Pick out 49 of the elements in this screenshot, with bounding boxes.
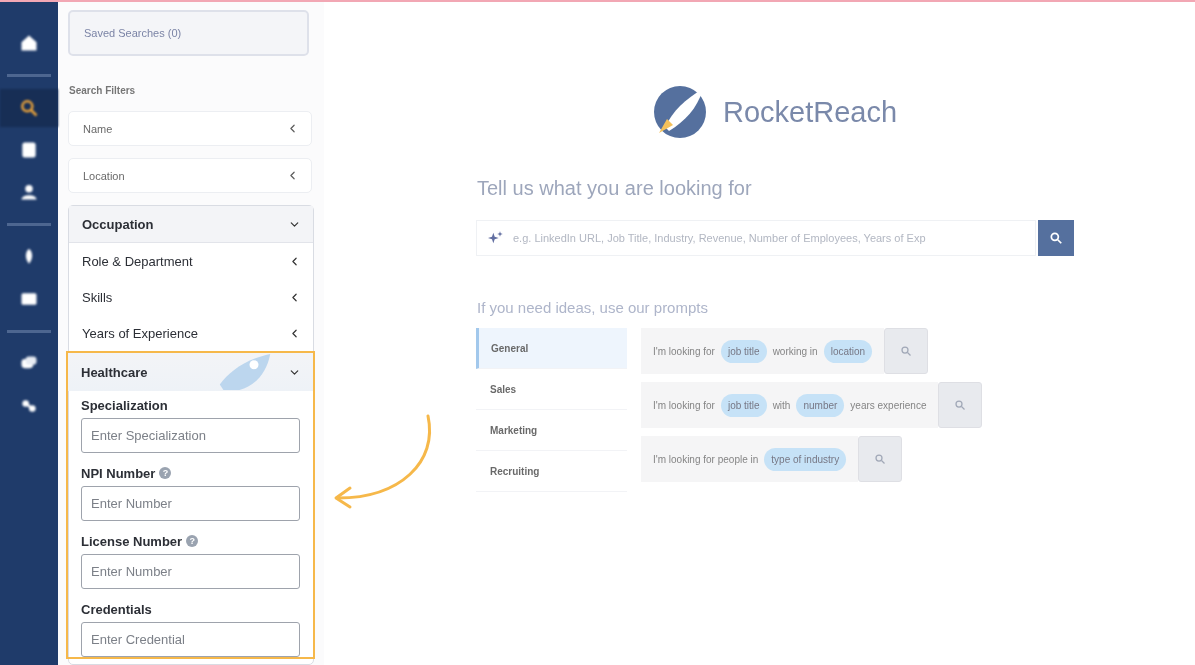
category-tab[interactable]: General bbox=[476, 328, 627, 369]
accordion-header[interactable]: Healthcare bbox=[68, 353, 313, 391]
input-field[interactable]: Enter Number bbox=[81, 554, 300, 589]
placeholder-chip[interactable]: job title bbox=[720, 339, 767, 363]
prompt-text: with bbox=[772, 399, 791, 411]
prompt-card[interactable]: I'm looking for job title working in location bbox=[641, 328, 885, 374]
search-icon bbox=[1049, 231, 1063, 245]
search-icon bbox=[900, 345, 913, 357]
search-icon bbox=[874, 453, 887, 465]
category-tab[interactable]: Sales bbox=[476, 369, 627, 410]
filter-dropdown[interactable]: Name bbox=[68, 111, 312, 146]
home-icon[interactable] bbox=[19, 33, 39, 53]
prompt-card[interactable]: I'm looking for people in type of industry bbox=[641, 436, 859, 482]
prompt-text: I'm looking for bbox=[653, 345, 715, 357]
filter-option[interactable]: Years of Experience bbox=[69, 315, 313, 351]
prompt-text: I'm looking for people in bbox=[653, 453, 759, 465]
brand-name: RocketReach bbox=[723, 95, 898, 129]
placeholder-chip[interactable]: type of industry bbox=[764, 447, 847, 471]
prompt-text: working in bbox=[772, 345, 818, 357]
filter-option[interactable]: Role & Department bbox=[69, 243, 313, 279]
category-tab[interactable]: Marketing bbox=[476, 410, 627, 451]
search-field[interactable]: e.g. LinkedIn URL, Job Title, Industry, Revenue, Number of Employees, Years of Exp bbox=[476, 220, 1036, 256]
page-heading: Tell us what you are looking for bbox=[477, 177, 753, 200]
section-heading: Search Filters bbox=[69, 85, 137, 96]
search-icon[interactable] bbox=[19, 98, 39, 118]
search-button[interactable] bbox=[1038, 220, 1074, 256]
input-field[interactable]: Enter Number bbox=[81, 486, 300, 521]
placeholder-chip[interactable]: job title bbox=[720, 393, 767, 417]
input-field[interactable]: Enter Specialization bbox=[81, 418, 300, 453]
field-label: Credentials bbox=[81, 601, 152, 617]
input-field[interactable]: Enter Credential bbox=[81, 622, 300, 657]
logo-icon bbox=[651, 83, 709, 141]
placeholder-chip[interactable]: number bbox=[796, 393, 845, 417]
field-label: Specialization bbox=[81, 397, 168, 413]
search-icon bbox=[954, 399, 967, 411]
field-label: License Number bbox=[81, 533, 183, 549]
saved-searches-button[interactable]: Saved Searches (0) bbox=[68, 10, 309, 56]
prompt-text: years experience bbox=[850, 399, 927, 411]
category-tab[interactable]: Recruiting bbox=[476, 451, 627, 492]
prompt-card[interactable]: I'm looking for job title with number years experience bbox=[641, 382, 939, 428]
person-icon[interactable] bbox=[19, 182, 39, 202]
placeholder-chip[interactable]: location bbox=[823, 339, 873, 363]
accordion-header[interactable]: Occupation bbox=[69, 206, 313, 243]
document-icon[interactable] bbox=[19, 140, 39, 160]
filter-dropdown[interactable]: Location bbox=[68, 158, 312, 193]
field-label: NPI Number bbox=[81, 465, 156, 481]
prompt-text: I'm looking for bbox=[653, 399, 715, 411]
section-heading: If you need ideas, use our prompts bbox=[477, 299, 709, 316]
filter-option[interactable]: Skills bbox=[69, 279, 313, 315]
